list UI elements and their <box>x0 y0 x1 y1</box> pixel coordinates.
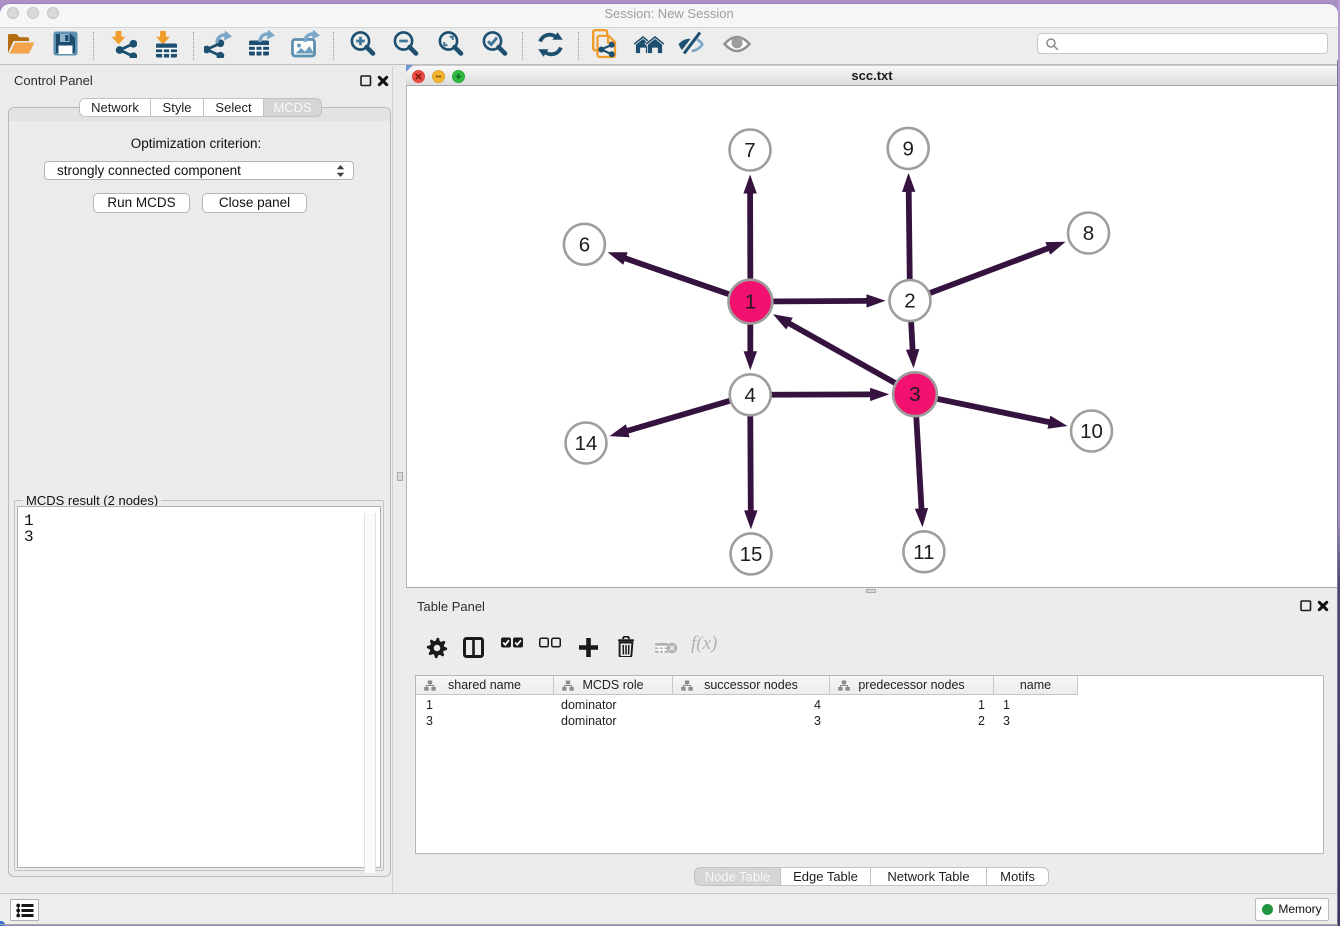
svg-text:10: 10 <box>1080 420 1103 443</box>
svg-text:15: 15 <box>740 543 763 566</box>
svg-text:14: 14 <box>575 432 598 455</box>
svg-text:3: 3 <box>909 383 920 406</box>
svg-text:7: 7 <box>744 139 755 162</box>
svg-text:9: 9 <box>902 137 913 160</box>
svg-text:11: 11 <box>913 541 934 564</box>
svg-text:6: 6 <box>579 233 590 256</box>
svg-text:1: 1 <box>745 291 756 314</box>
svg-text:4: 4 <box>744 384 755 407</box>
svg-text:2: 2 <box>904 290 915 313</box>
svg-text:8: 8 <box>1083 222 1094 245</box>
